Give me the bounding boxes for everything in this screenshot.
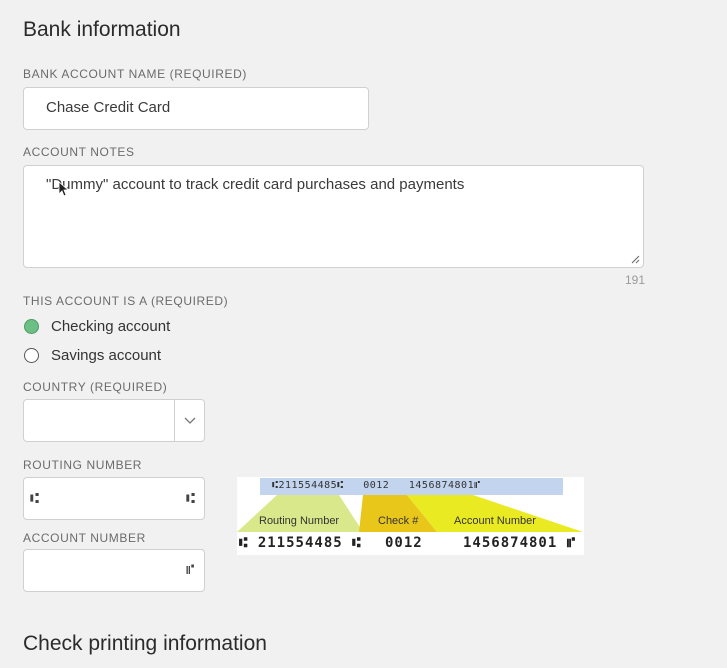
account-name-input[interactable]: Chase Credit Card [23, 87, 369, 130]
account-notes-label: ACCOUNT NOTES [23, 145, 135, 159]
country-label: COUNTRY (REQUIRED) [23, 380, 168, 394]
account-number-label: ACCOUNT NUMBER [23, 531, 146, 545]
routing-suffix-symbol-icon: ⑆ [186, 489, 196, 507]
select-divider [174, 400, 175, 441]
resize-handle-icon[interactable] [631, 255, 640, 264]
check-micr-number: 0012 [385, 535, 423, 551]
account-type-label: THIS ACCOUNT IS A (REQUIRED) [23, 294, 229, 308]
section-title-check-printing: Check printing information [23, 632, 267, 655]
chevron-down-icon[interactable] [184, 417, 196, 425]
account-name-label: BANK ACCOUNT NAME (REQUIRED) [23, 67, 247, 81]
routing-prefix-symbol-icon: ⑆ [30, 489, 40, 507]
routing-number-label: ROUTING NUMBER [23, 458, 143, 472]
routing-number-input[interactable]: ⑆ ⑆ [23, 477, 205, 520]
section-title-bank-information: Bank information [23, 18, 181, 41]
check-top-micr-line: ⑆211554485⑆ 0012 1456874801⑈ [272, 480, 481, 491]
mouse-cursor-icon [58, 181, 68, 197]
notes-character-counter: 191 [625, 273, 646, 287]
country-select[interactable] [23, 399, 205, 442]
savings-account-label[interactable]: Savings account [51, 347, 161, 364]
checking-account-label[interactable]: Checking account [51, 318, 170, 335]
check-illustration: ⑆211554485⑆ 0012 1456874801⑈ Routing Num… [237, 477, 584, 555]
check-routing-label: Routing Number [259, 515, 340, 527]
savings-account-radio[interactable] [24, 348, 39, 363]
account-suffix-symbol-icon: ⑈ [186, 562, 195, 578]
account-number-input[interactable]: ⑈ [23, 549, 205, 592]
check-micr-account: 1456874801 ⑈ [463, 535, 577, 551]
check-number-label: Check # [378, 515, 419, 527]
check-account-label: Account Number [454, 515, 536, 527]
checking-account-radio[interactable] [24, 319, 39, 334]
check-micr-routing: ⑆ 211554485 ⑆ [239, 535, 362, 551]
account-notes-textarea[interactable]: "Dummy" account to track credit card pur… [23, 165, 644, 268]
account-notes-value: "Dummy" account to track credit card pur… [46, 176, 465, 193]
account-name-value: Chase Credit Card [46, 99, 171, 116]
